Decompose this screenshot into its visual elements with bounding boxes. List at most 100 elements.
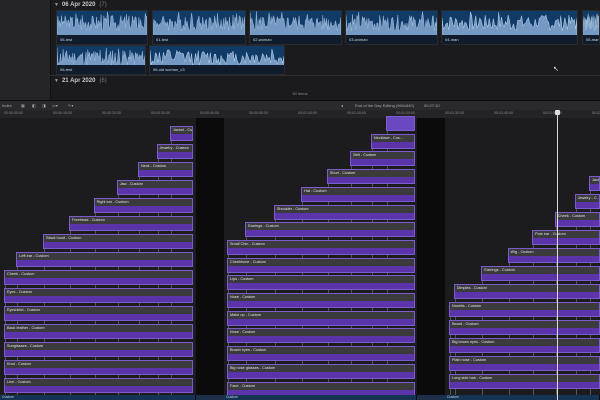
- title-clip[interactable]: Knot - Custom: [4, 360, 193, 375]
- title-clip[interactable]: Small Chin - Custom: [227, 239, 415, 255]
- date-group-count: (6): [99, 78, 107, 84]
- title-clip[interactable]: Cheekbone - Custom: [227, 257, 415, 273]
- title-clip[interactable]: Pole ear - Custom: [532, 230, 600, 245]
- title-clip[interactable]: Left ear - Custom: [16, 252, 193, 267]
- back-arrow-icon[interactable]: ◂: [341, 101, 343, 110]
- title-clip[interactable]: Jewelry - C...: [574, 194, 600, 209]
- title-clip-label: Small Chin - Custom: [228, 240, 414, 248]
- project-timecode: 00:27:10: [424, 103, 440, 108]
- title-clip[interactable]: Jaw - Custom: [116, 180, 193, 195]
- title-clip-label: Beard - Custom: [450, 321, 599, 328]
- ruler-tick-label: 00:01:40:00: [494, 111, 513, 115]
- title-clip-label: Sunglasses - Custom: [5, 343, 192, 350]
- title-clip-label: Necklace - Cus...: [372, 134, 414, 142]
- ruler-tick-label: 00:01:30:00: [445, 111, 464, 115]
- title-clip[interactable]: Cheek - Custom: [554, 212, 600, 227]
- title-clip-label: Big brown eyes - Custom: [450, 339, 599, 346]
- title-clip-label: Black hood - Custom: [44, 235, 192, 242]
- title-clip[interactable]: Big nose glasses - Custom: [227, 363, 415, 379]
- title-clip[interactable]: Nose - Custom: [227, 293, 415, 308]
- title-clip[interactable]: Beard - Custom: [449, 320, 600, 335]
- title-clip[interactable]: Lips - Custom: [227, 275, 415, 291]
- ruler-tick-label: 00:01:00:00: [298, 111, 317, 115]
- event-browser: ▼ 06 Apr 2020 (7) 06-test 01-test 02-woman 03…: [0, 0, 600, 100]
- date-group-date: 06 Apr 2020: [61, 2, 96, 8]
- browser-clip[interactable]: 03-woman: [345, 10, 438, 45]
- title-clip[interactable]: Brown eyes - Custom: [227, 346, 415, 362]
- browser-clip[interactable]: 06-old woman_c3: [149, 45, 285, 75]
- title-clip[interactable]: Dimples - Custom: [453, 284, 600, 299]
- ruler-tick-label: 00:00:40:00: [200, 111, 219, 115]
- title-clip[interactable]: Long side hair - Custom: [449, 374, 600, 389]
- title-clip[interactable]: Forehead - Custom: [69, 216, 193, 231]
- title-clip[interactable]: Jewelry - Custom: [156, 144, 193, 159]
- title-clip-label: Knot - Custom: [5, 361, 192, 368]
- timeline-area[interactable]: Jacket - Cu... Jewelry - Custom Neck - Cus…: [0, 116, 600, 397]
- browser-clip[interactable]: 05-man: [582, 10, 600, 45]
- clip-label: 06-test: [57, 65, 145, 74]
- clip-label: 04-man: [442, 35, 577, 44]
- title-clip[interactable]: Earrings - Custom: [245, 222, 415, 238]
- title-clip[interactable]: Plain nose - Custom: [449, 356, 600, 371]
- storyline-clip[interactable]: Custom: [445, 395, 600, 400]
- browser-clip[interactable]: 01-test: [152, 10, 246, 45]
- browser-clip[interactable]: 06-test: [56, 10, 148, 45]
- title-clip[interactable]: Short - Custom: [326, 169, 415, 185]
- title-clip[interactable]: Eyeshield - Custom: [4, 306, 193, 321]
- title-clip[interactable]: Line - Custom: [4, 378, 193, 393]
- title-clip[interactable]: Nose - Custom: [227, 328, 415, 344]
- title-clip-label: Big nose glasses - Custom: [228, 364, 414, 372]
- title-clip[interactable]: Hat - Custom: [301, 186, 415, 202]
- date-group-header-2[interactable]: ▼ 21 Apr 2020 (6): [54, 76, 107, 86]
- timeline-gap: [196, 118, 224, 395]
- date-group-header-1[interactable]: ▼ 06 Apr 2020 (7): [54, 0, 107, 10]
- storyline-clip[interactable]: Custom: [224, 395, 417, 400]
- title-clip-label: Wig - Custom: [508, 249, 599, 256]
- clip-appearance-icon[interactable]: ▦: [21, 101, 25, 110]
- select-tool-icon[interactable]: ▭▾: [52, 101, 58, 110]
- clip-label: 01-test: [153, 35, 245, 44]
- title-clip[interactable]: Belt - Custom: [350, 151, 415, 167]
- clip-label: 02-woman: [250, 35, 341, 44]
- title-clip[interactable]: Black hood - Custom: [43, 234, 193, 249]
- browser-clip[interactable]: 04-man: [441, 10, 578, 45]
- title-clip-label: Earrings - Custom: [482, 267, 599, 274]
- title-clip-label: Plain nose - Custom: [450, 357, 599, 364]
- title-clip[interactable]: Earrings - Custom: [481, 266, 600, 281]
- playhead-handle[interactable]: [555, 110, 560, 115]
- title-clip[interactable]: Cheek - Custom: [4, 270, 193, 285]
- title-clip[interactable]: Shoulder - Custom: [273, 204, 415, 220]
- playhead[interactable]: [557, 110, 558, 400]
- group-separator: [50, 75, 600, 76]
- title-clip[interactable]: Big brown eyes - Custom: [449, 338, 600, 353]
- disclosure-triangle-icon[interactable]: ▼: [54, 2, 59, 8]
- title-clip[interactable]: Jacket - Cu...: [170, 126, 193, 141]
- ruler-tick-label: 00:01:10:00: [347, 111, 366, 115]
- title-clip[interactable]: Jacket...: [589, 176, 600, 191]
- title-clip[interactable]: Sunglasses - Custom: [4, 342, 193, 357]
- title-clip[interactable]: Wig - Custom: [507, 248, 600, 263]
- snapping-icon[interactable]: ◨: [42, 101, 46, 110]
- browser-clip[interactable]: 02-woman: [249, 10, 342, 45]
- title-clip[interactable]: Necklace - Cus...: [371, 133, 415, 149]
- clip-label: 05-man: [583, 35, 599, 44]
- disclosure-triangle-icon[interactable]: ▼: [54, 78, 59, 84]
- title-clip-label: Jewelry - Custom: [157, 145, 192, 152]
- title-clip[interactable]: Back leather - Custom: [4, 324, 193, 339]
- title-clip[interactable]: [386, 116, 415, 131]
- title-clip-label: Forehead - Custom: [70, 217, 192, 224]
- title-clip-label: Jacket...: [590, 177, 599, 184]
- title-clip-label: Hat - Custom: [302, 187, 414, 195]
- index-button[interactable]: Index: [2, 101, 12, 110]
- browser-clip[interactable]: 06-test: [56, 45, 146, 75]
- title-clip[interactable]: Make up - Custom: [227, 310, 415, 326]
- mouse-pointer-icon: ↖: [553, 66, 559, 73]
- title-clip[interactable]: Right ear - Custom: [93, 198, 193, 213]
- title-clip[interactable]: Neck - Custom: [137, 162, 193, 177]
- arrow-tool-icon[interactable]: ↖▾: [68, 101, 73, 110]
- items-count: 60 items: [292, 91, 308, 96]
- storyline-clip[interactable]: Custom: [0, 395, 196, 400]
- title-clip[interactable]: Eyes - Custom: [4, 288, 193, 303]
- audio-icon[interactable]: ◧: [32, 101, 36, 110]
- title-clip[interactable]: Nostrils - Custom: [449, 302, 600, 317]
